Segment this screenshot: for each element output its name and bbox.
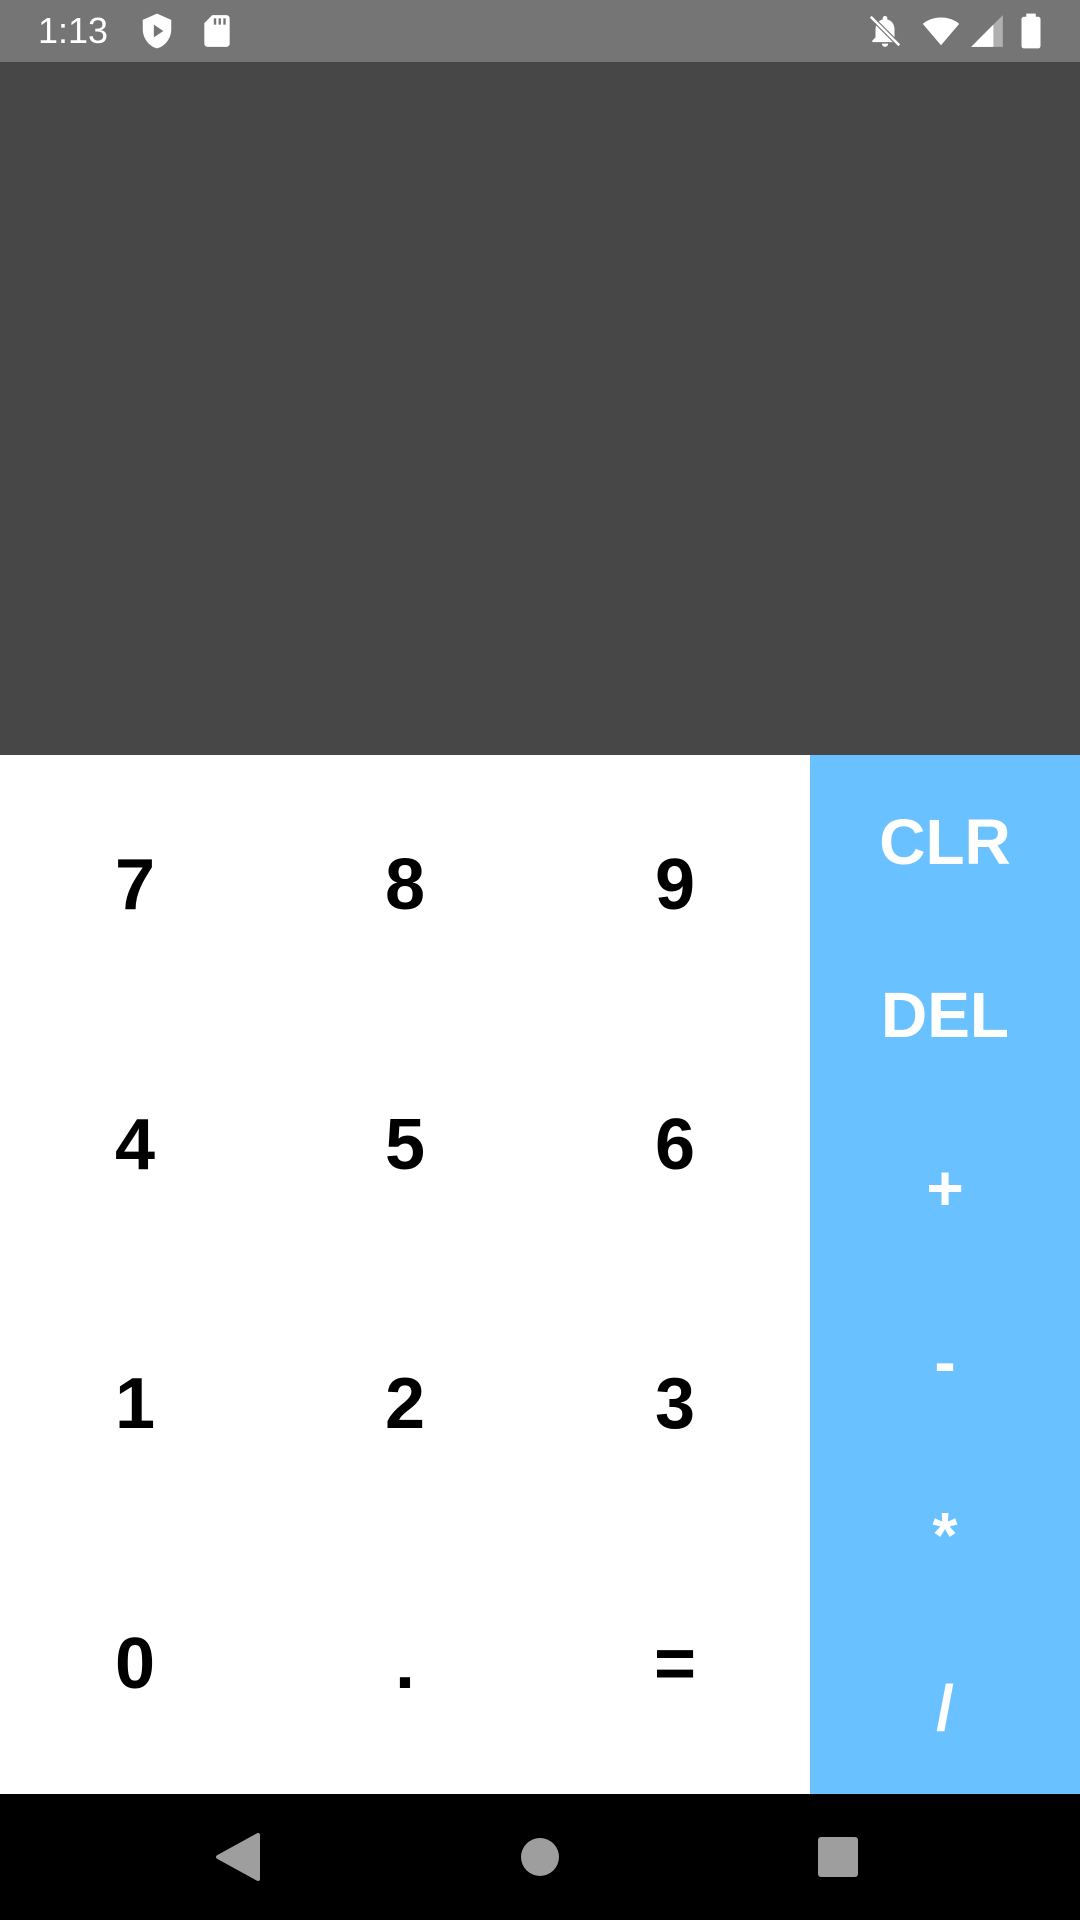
key-5[interactable]: 5 (270, 1015, 540, 1275)
back-icon[interactable] (210, 1827, 270, 1887)
key-3[interactable]: 3 (540, 1274, 810, 1534)
cell-signal-icon (971, 15, 1003, 47)
key-1[interactable]: 1 (0, 1274, 270, 1534)
home-icon[interactable] (510, 1827, 570, 1887)
divide-button[interactable]: / (810, 1621, 1080, 1794)
subtract-button[interactable]: - (810, 1275, 1080, 1448)
key-7[interactable]: 7 (0, 755, 270, 1015)
sd-card-icon (204, 15, 230, 47)
recents-icon[interactable] (808, 1827, 868, 1887)
add-button[interactable]: + (810, 1101, 1080, 1274)
number-keypad: 7 8 9 4 5 6 1 2 3 0 . = (0, 755, 810, 1794)
wifi-icon (922, 17, 960, 46)
battery-icon (1021, 13, 1041, 49)
clear-button[interactable]: CLR (810, 755, 1080, 928)
key-2[interactable]: 2 (270, 1274, 540, 1534)
operator-panel: CLR DEL + - * / (810, 755, 1080, 1794)
navigation-bar (0, 1794, 1080, 1920)
key-6[interactable]: 6 (540, 1015, 810, 1275)
key-decimal[interactable]: . (270, 1534, 540, 1794)
play-protect-icon (142, 13, 172, 49)
key-9[interactable]: 9 (540, 755, 810, 1015)
status-time: 1:13 (38, 10, 109, 51)
key-equals[interactable]: = (540, 1534, 810, 1794)
multiply-button[interactable]: * (810, 1448, 1080, 1621)
calculator-screen: 1:13 7 8 9 4 5 6 1 2 3 0 . = CLR DEL + -… (0, 0, 1080, 1920)
key-0[interactable]: 0 (0, 1534, 270, 1794)
key-4[interactable]: 4 (0, 1015, 270, 1275)
key-8[interactable]: 8 (270, 755, 540, 1015)
result-display (0, 62, 1080, 755)
delete-button[interactable]: DEL (810, 928, 1080, 1101)
status-bar: 1:13 (0, 0, 1080, 62)
notifications-off-icon (869, 15, 901, 47)
